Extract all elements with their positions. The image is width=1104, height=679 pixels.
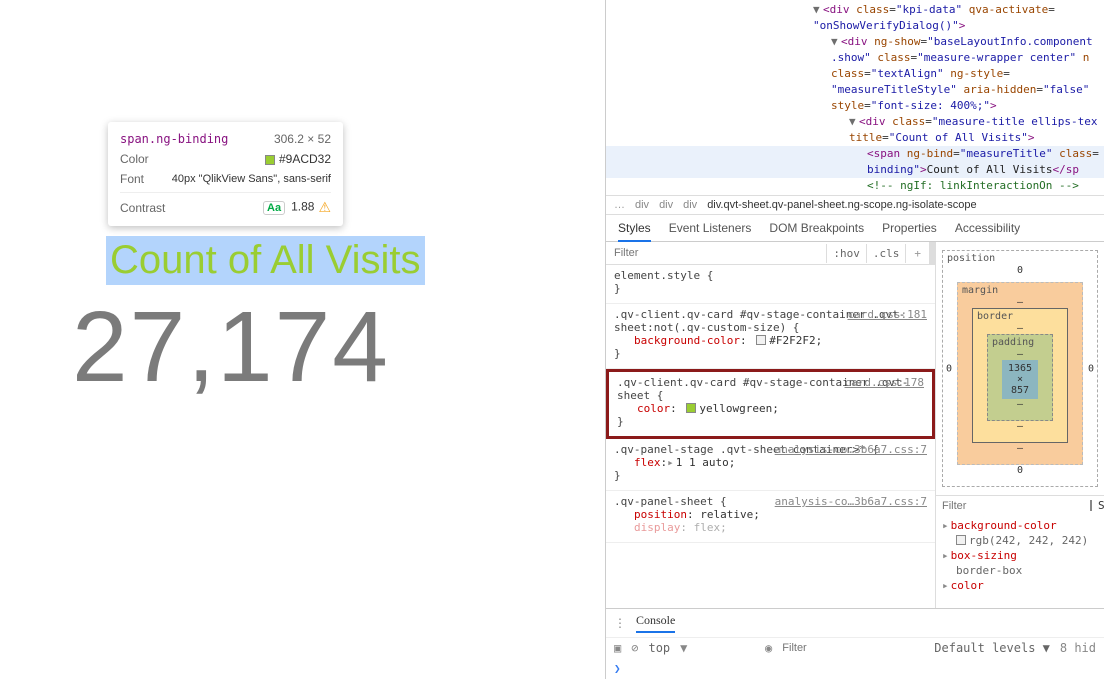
- source-link[interactable]: card.css:178: [845, 376, 924, 389]
- breadcrumb-item-active[interactable]: div.qvt-sheet.qv-panel-sheet.ng-scope.ng…: [707, 199, 976, 211]
- expand-icon[interactable]: ▸: [942, 579, 949, 592]
- computed-list[interactable]: ▸background-color rgb(242, 242, 242) ▸bo…: [936, 515, 1104, 598]
- styles-toolbar: :hov .cls +: [606, 242, 935, 265]
- kpi-title-highlight[interactable]: Count of All Visits: [106, 236, 425, 285]
- source-link[interactable]: card.css:181: [848, 308, 927, 321]
- border-label: border: [977, 311, 1013, 322]
- console-prompt[interactable]: ❯: [606, 658, 1104, 679]
- content-size: 1365 × 857: [1002, 360, 1038, 399]
- tab-dom-breakpoints[interactable]: DOM Breakpoints: [769, 221, 864, 235]
- tab-event-listeners[interactable]: Event Listeners: [669, 221, 752, 235]
- tooltip-font-value: 40px "QlikView Sans", sans-serif: [172, 173, 331, 185]
- breadcrumb-overflow[interactable]: …: [614, 199, 625, 211]
- breadcrumb[interactable]: … div div div div.qvt-sheet.qv-panel-she…: [606, 195, 1104, 215]
- tab-console[interactable]: Console: [636, 613, 675, 633]
- caret-down-icon[interactable]: ▼: [831, 34, 841, 50]
- css-rule[interactable]: element.style { }: [606, 265, 935, 304]
- styles-filter-input[interactable]: [606, 243, 826, 263]
- hidden-count: 8 hid: [1060, 641, 1096, 655]
- elements-tree[interactable]: ▼<div class="kpi-data" qva-activate= "on…: [606, 0, 1104, 195]
- kpi-title: Count of All Visits: [110, 238, 421, 283]
- tab-styles[interactable]: Styles: [618, 221, 651, 242]
- padding-label: padding: [992, 337, 1034, 348]
- caret-down-icon[interactable]: ▼: [813, 2, 823, 18]
- levels-selector[interactable]: Default levels ▼: [934, 641, 1050, 655]
- devtools-panel: ▼<div class="kpi-data" qva-activate= "on…: [605, 0, 1104, 679]
- caret-down-icon[interactable]: ▼: [849, 114, 859, 130]
- element-tooltip: span.ng-binding 306.2 × 52 Color #9ACD32…: [108, 122, 343, 226]
- clear-console-icon[interactable]: ⊘: [631, 641, 638, 655]
- css-rule[interactable]: analysis-co…3b6a7.css:7 .qv-panel-sheet …: [606, 491, 935, 543]
- breadcrumb-item[interactable]: div: [683, 199, 697, 211]
- color-swatch-icon: [265, 155, 275, 165]
- tooltip-color-value: #9ACD32: [265, 152, 331, 166]
- page-preview: span.ng-binding 306.2 × 52 Color #9ACD32…: [0, 0, 605, 679]
- css-rule[interactable]: analysis-co…3b6a7.css:7 .qv-panel-stage …: [606, 439, 935, 491]
- warning-icon: ⚠: [318, 199, 331, 215]
- color-swatch-icon: [956, 535, 966, 545]
- box-model[interactable]: position 0 0 0 margin – border – padding: [936, 242, 1104, 495]
- cls-toggle[interactable]: .cls: [866, 244, 906, 263]
- show-all-checkbox[interactable]: [1090, 500, 1092, 511]
- css-rules-list[interactable]: element.style { } card.css:181 .qv-clien…: [606, 265, 935, 608]
- hov-toggle[interactable]: :hov: [826, 244, 866, 263]
- source-link[interactable]: analysis-co…3b6a7.css:7: [775, 443, 927, 456]
- tooltip-selector: span.ng-binding: [120, 132, 228, 146]
- console-filter-input[interactable]: [782, 642, 924, 654]
- tooltip-dimensions: 306.2 × 52: [274, 132, 331, 146]
- expand-icon[interactable]: ▸: [667, 456, 674, 469]
- context-selector[interactable]: top: [648, 641, 670, 655]
- new-rule-button[interactable]: +: [905, 244, 929, 263]
- tooltip-color-label: Color: [120, 152, 149, 166]
- tab-properties[interactable]: Properties: [882, 221, 937, 235]
- css-rule-highlighted[interactable]: card.css:178 .qv-client.qv-card #qv-stag…: [606, 369, 935, 439]
- tooltip-contrast-value: Aa1.88⚠: [263, 199, 331, 216]
- margin-label: margin: [962, 285, 998, 296]
- color-swatch-icon[interactable]: [756, 335, 766, 345]
- console-drawer: ⋮ Console ▣ ⊘ top▼ ◉ Default levels ▼ 8 …: [606, 608, 1104, 679]
- source-link[interactable]: analysis-co…3b6a7.css:7: [775, 495, 927, 508]
- show-all-label: Sho: [1098, 499, 1104, 512]
- computed-filter-input[interactable]: [942, 500, 1084, 512]
- styles-subtabs: Styles Event Listeners DOM Breakpoints P…: [606, 215, 1104, 242]
- expand-icon[interactable]: ▸: [942, 519, 949, 532]
- color-swatch-icon[interactable]: [686, 403, 696, 413]
- css-rule[interactable]: card.css:181 .qv-client.qv-card #qv-stag…: [606, 304, 935, 369]
- scrollbar[interactable]: [929, 242, 935, 264]
- breadcrumb-item[interactable]: div: [635, 199, 649, 211]
- computed-filter-bar: Sho: [936, 495, 1104, 515]
- position-label: position: [947, 253, 995, 264]
- drawer-menu-icon[interactable]: ⋮: [614, 616, 626, 631]
- contrast-badge: Aa: [263, 201, 285, 215]
- tooltip-contrast-label: Contrast: [120, 201, 165, 215]
- kpi-value: 27,174: [72, 290, 390, 405]
- expand-icon[interactable]: ▸: [942, 549, 949, 562]
- live-expression-icon[interactable]: ◉: [765, 641, 772, 655]
- sidebar-toggle-icon[interactable]: ▣: [614, 641, 621, 655]
- breadcrumb-item[interactable]: div: [659, 199, 673, 211]
- tooltip-font-label: Font: [120, 172, 144, 186]
- tab-accessibility[interactable]: Accessibility: [955, 221, 1020, 235]
